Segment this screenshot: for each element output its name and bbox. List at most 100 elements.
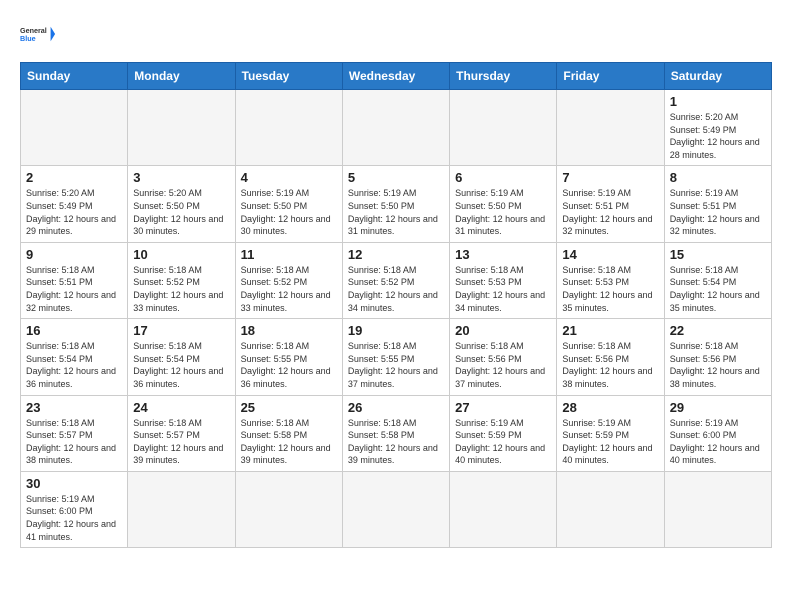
calendar-cell: 2 Sunrise: 5:20 AMSunset: 5:49 PMDaylight… bbox=[21, 166, 128, 242]
day-info: Sunrise: 5:18 AMSunset: 5:54 PMDaylight:… bbox=[133, 340, 229, 390]
calendar-cell: 5 Sunrise: 5:19 AMSunset: 5:50 PMDaylight… bbox=[342, 166, 449, 242]
calendar-cell: 20 Sunrise: 5:18 AMSunset: 5:56 PMDayligh… bbox=[450, 319, 557, 395]
day-info: Sunrise: 5:19 AMSunset: 5:50 PMDaylight:… bbox=[455, 187, 551, 237]
day-info: Sunrise: 5:18 AMSunset: 5:55 PMDaylight:… bbox=[348, 340, 444, 390]
day-number: 25 bbox=[241, 400, 337, 415]
day-number: 17 bbox=[133, 323, 229, 338]
calendar-cell: 3 Sunrise: 5:20 AMSunset: 5:50 PMDaylight… bbox=[128, 166, 235, 242]
day-info: Sunrise: 5:19 AMSunset: 5:50 PMDaylight:… bbox=[241, 187, 337, 237]
day-info: Sunrise: 5:18 AMSunset: 5:54 PMDaylight:… bbox=[670, 264, 766, 314]
day-number: 23 bbox=[26, 400, 122, 415]
day-info: Sunrise: 5:19 AMSunset: 5:51 PMDaylight:… bbox=[562, 187, 658, 237]
calendar-cell bbox=[342, 90, 449, 166]
day-number: 1 bbox=[670, 94, 766, 109]
weekday-header-saturday: Saturday bbox=[664, 63, 771, 90]
calendar-cell bbox=[235, 471, 342, 547]
day-info: Sunrise: 5:20 AMSunset: 5:50 PMDaylight:… bbox=[133, 187, 229, 237]
calendar-cell: 1 Sunrise: 5:20 AMSunset: 5:49 PMDaylight… bbox=[664, 90, 771, 166]
calendar-cell: 24 Sunrise: 5:18 AMSunset: 5:57 PMDayligh… bbox=[128, 395, 235, 471]
calendar-cell: 18 Sunrise: 5:18 AMSunset: 5:55 PMDayligh… bbox=[235, 319, 342, 395]
day-number: 19 bbox=[348, 323, 444, 338]
calendar-cell: 13Sunrise: 5:18 AMSunset: 5:53 PMDayligh… bbox=[450, 242, 557, 318]
weekday-header-tuesday: Tuesday bbox=[235, 63, 342, 90]
day-info: Sunrise: 5:18 AMSunset: 5:57 PMDaylight:… bbox=[26, 417, 122, 467]
day-number: 30 bbox=[26, 476, 122, 491]
week-row-3: 9Sunrise: 5:18 AMSunset: 5:51 PMDaylight… bbox=[21, 242, 772, 318]
weekday-header-row: SundayMondayTuesdayWednesdayThursdayFrid… bbox=[21, 63, 772, 90]
day-info: Sunrise: 5:18 AMSunset: 5:58 PMDaylight:… bbox=[241, 417, 337, 467]
day-number: 15 bbox=[670, 247, 766, 262]
calendar-cell bbox=[21, 90, 128, 166]
day-number: 5 bbox=[348, 170, 444, 185]
calendar-cell: 11Sunrise: 5:18 AMSunset: 5:52 PMDayligh… bbox=[235, 242, 342, 318]
day-number: 6 bbox=[455, 170, 551, 185]
week-row-4: 16Sunrise: 5:18 AMSunset: 5:54 PMDayligh… bbox=[21, 319, 772, 395]
calendar-cell bbox=[450, 471, 557, 547]
day-info: Sunrise: 5:18 AMSunset: 5:56 PMDaylight:… bbox=[562, 340, 658, 390]
day-info: Sunrise: 5:19 AMSunset: 5:59 PMDaylight:… bbox=[562, 417, 658, 467]
calendar-cell: 7Sunrise: 5:19 AMSunset: 5:51 PMDaylight… bbox=[557, 166, 664, 242]
week-row-5: 23 Sunrise: 5:18 AMSunset: 5:57 PMDayligh… bbox=[21, 395, 772, 471]
calendar-cell: 17 Sunrise: 5:18 AMSunset: 5:54 PMDayligh… bbox=[128, 319, 235, 395]
day-number: 26 bbox=[348, 400, 444, 415]
calendar-cell: 12 Sunrise: 5:18 AMSunset: 5:52 PMDayligh… bbox=[342, 242, 449, 318]
day-info: Sunrise: 5:18 AMSunset: 5:52 PMDaylight:… bbox=[133, 264, 229, 314]
day-info: Sunrise: 5:19 AMSunset: 5:50 PMDaylight:… bbox=[348, 187, 444, 237]
day-number: 4 bbox=[241, 170, 337, 185]
svg-text:General: General bbox=[20, 26, 47, 35]
day-number: 3 bbox=[133, 170, 229, 185]
day-number: 2 bbox=[26, 170, 122, 185]
day-info: Sunrise: 5:18 AMSunset: 5:54 PMDaylight:… bbox=[26, 340, 122, 390]
day-info: Sunrise: 5:18 AMSunset: 5:52 PMDaylight:… bbox=[348, 264, 444, 314]
logo: GeneralBlue bbox=[20, 16, 56, 52]
day-number: 12 bbox=[348, 247, 444, 262]
calendar-cell bbox=[235, 90, 342, 166]
day-info: Sunrise: 5:20 AMSunset: 5:49 PMDaylight:… bbox=[670, 111, 766, 161]
calendar-cell: 27 Sunrise: 5:19 AMSunset: 5:59 PMDayligh… bbox=[450, 395, 557, 471]
calendar-cell bbox=[664, 471, 771, 547]
logo-icon: GeneralBlue bbox=[20, 16, 56, 52]
day-info: Sunrise: 5:18 AMSunset: 5:55 PMDaylight:… bbox=[241, 340, 337, 390]
day-number: 28 bbox=[562, 400, 658, 415]
calendar-cell bbox=[450, 90, 557, 166]
calendar-cell: 23 Sunrise: 5:18 AMSunset: 5:57 PMDayligh… bbox=[21, 395, 128, 471]
calendar-cell bbox=[128, 471, 235, 547]
calendar-cell: 29 Sunrise: 5:19 AMSunset: 6:00 PMDayligh… bbox=[664, 395, 771, 471]
day-number: 29 bbox=[670, 400, 766, 415]
day-number: 8 bbox=[670, 170, 766, 185]
day-info: Sunrise: 5:19 AMSunset: 6:00 PMDaylight:… bbox=[670, 417, 766, 467]
calendar-cell: 26 Sunrise: 5:18 AMSunset: 5:58 PMDayligh… bbox=[342, 395, 449, 471]
calendar-cell: 30 Sunrise: 5:19 AMSunset: 6:00 PMDayligh… bbox=[21, 471, 128, 547]
day-info: Sunrise: 5:20 AMSunset: 5:49 PMDaylight:… bbox=[26, 187, 122, 237]
calendar-cell bbox=[557, 90, 664, 166]
day-info: Sunrise: 5:18 AMSunset: 5:53 PMDaylight:… bbox=[455, 264, 551, 314]
day-number: 10 bbox=[133, 247, 229, 262]
week-row-2: 2 Sunrise: 5:20 AMSunset: 5:49 PMDaylight… bbox=[21, 166, 772, 242]
day-info: Sunrise: 5:19 AMSunset: 5:59 PMDaylight:… bbox=[455, 417, 551, 467]
day-number: 24 bbox=[133, 400, 229, 415]
day-info: Sunrise: 5:18 AMSunset: 5:58 PMDaylight:… bbox=[348, 417, 444, 467]
day-info: Sunrise: 5:18 AMSunset: 5:57 PMDaylight:… bbox=[133, 417, 229, 467]
day-number: 14 bbox=[562, 247, 658, 262]
day-number: 22 bbox=[670, 323, 766, 338]
day-info: Sunrise: 5:18 AMSunset: 5:56 PMDaylight:… bbox=[455, 340, 551, 390]
calendar-cell bbox=[557, 471, 664, 547]
weekday-header-thursday: Thursday bbox=[450, 63, 557, 90]
weekday-header-friday: Friday bbox=[557, 63, 664, 90]
day-number: 18 bbox=[241, 323, 337, 338]
calendar-cell: 6 Sunrise: 5:19 AMSunset: 5:50 PMDaylight… bbox=[450, 166, 557, 242]
day-info: Sunrise: 5:18 AMSunset: 5:52 PMDaylight:… bbox=[241, 264, 337, 314]
calendar-cell: 14Sunrise: 5:18 AMSunset: 5:53 PMDayligh… bbox=[557, 242, 664, 318]
calendar-table: SundayMondayTuesdayWednesdayThursdayFrid… bbox=[20, 62, 772, 548]
weekday-header-sunday: Sunday bbox=[21, 63, 128, 90]
day-number: 27 bbox=[455, 400, 551, 415]
day-info: Sunrise: 5:19 AMSunset: 6:00 PMDaylight:… bbox=[26, 493, 122, 543]
calendar-cell: 9Sunrise: 5:18 AMSunset: 5:51 PMDaylight… bbox=[21, 242, 128, 318]
day-number: 20 bbox=[455, 323, 551, 338]
calendar-cell: 28 Sunrise: 5:19 AMSunset: 5:59 PMDayligh… bbox=[557, 395, 664, 471]
calendar-cell: 15 Sunrise: 5:18 AMSunset: 5:54 PMDayligh… bbox=[664, 242, 771, 318]
calendar-cell bbox=[342, 471, 449, 547]
calendar-cell: 22Sunrise: 5:18 AMSunset: 5:56 PMDayligh… bbox=[664, 319, 771, 395]
day-info: Sunrise: 5:18 AMSunset: 5:51 PMDaylight:… bbox=[26, 264, 122, 314]
calendar-cell: 10 Sunrise: 5:18 AMSunset: 5:52 PMDayligh… bbox=[128, 242, 235, 318]
